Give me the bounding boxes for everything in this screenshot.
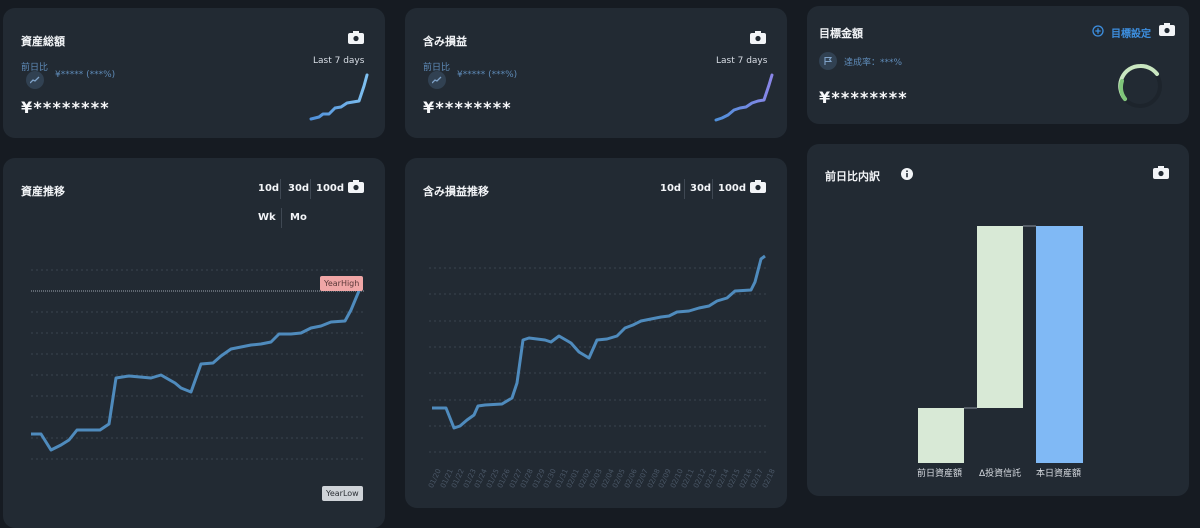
spark-label: Last 7 days [313,56,365,66]
fund-delta-bar [977,226,1023,408]
fund-delta-label: Δ投資信託 [979,469,1022,479]
card-title: 目標金額 [819,27,863,40]
today-assets-bar [1036,226,1083,463]
previous-assets-bar [918,408,964,463]
progress-ring [1118,64,1162,108]
total-assets-amount: ¥******** [21,98,110,117]
trend-up-icon [428,71,446,89]
asset-trend-card: 資産推移 10d 30d 100d Wk Mo YearHigh YearLow [3,158,385,528]
year-high-label: YearHigh [320,276,364,291]
breakdown-card: 前日比内訳 前日資産額 Δ投資信託 本日資産額 [807,144,1189,496]
previous-assets-label: 前日資産額 [917,469,963,479]
pl-trend-chart [429,254,767,453]
unrealized-pl-card: 含み損益 前日比 ¥***** (***%) ¥******** Last 7 … [405,8,787,138]
pl-trend-card: 含み損益推移 10d 30d 100d 01/20 01/21 01/22 01/23… [405,158,787,508]
spark-label: Last 7 days [716,56,768,66]
camera-icon[interactable] [348,31,364,44]
set-target-link[interactable]: 目標設定 [1111,25,1151,40]
card-title: 資産総額 [21,35,65,48]
achievement-rate: 達成率：***% [844,58,903,68]
sparkline [714,73,774,122]
camera-icon[interactable] [1159,23,1175,36]
today-assets-label: 本日資産額 [1036,469,1082,479]
unrealized-amount: ¥******** [423,98,512,117]
card-title: 含み損益 [423,35,467,48]
target-amount: ¥******** [819,88,908,107]
flag-icon [819,52,837,70]
compare-value: ¥***** (***%) [55,70,116,80]
year-low-label: YearLow [322,486,363,501]
target-amount-card: 目標金額 目標設定 達成率：***% ¥******** [807,6,1189,124]
camera-icon[interactable] [750,31,766,44]
sparkline [309,73,369,121]
waterfall-chart [918,225,1083,463]
plus-circle-icon[interactable] [1092,25,1104,37]
trend-up-icon [26,71,44,89]
total-assets-card: 資産総額 前日比 ¥***** (***%) ¥******** Last 7 … [3,8,385,138]
compare-value: ¥***** (***%) [457,70,518,80]
asset-trend-chart [31,269,365,460]
